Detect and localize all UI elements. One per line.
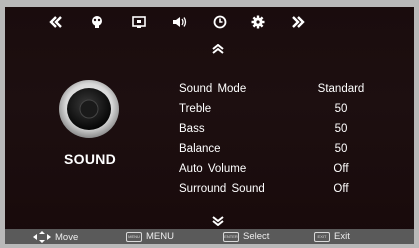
- move-label: Move: [55, 231, 79, 243]
- select-label: Select: [243, 231, 270, 242]
- footer-hint-bar: Move MENU MENU ENTER Select EXIT Exit: [5, 229, 414, 244]
- chevron-double-right-icon[interactable]: [289, 14, 307, 30]
- menu-key-icon: MENU: [126, 231, 142, 242]
- select-hint: ENTER Select: [223, 231, 269, 242]
- setting-value: 50: [334, 123, 348, 135]
- setting-label: Surround Sound: [179, 183, 265, 195]
- setting-label: Treble: [179, 103, 212, 115]
- setting-value: Off: [333, 163, 349, 175]
- enter-key-icon: ENTER: [223, 231, 239, 242]
- gear-icon[interactable]: [249, 14, 267, 30]
- top-nav-bar: [5, 7, 414, 37]
- exit-label: Exit: [334, 231, 350, 242]
- setting-label: Auto Volume: [179, 163, 247, 175]
- scroll-down-icon[interactable]: [211, 213, 225, 227]
- section-title: SOUND: [64, 151, 117, 167]
- picture-icon[interactable]: [88, 14, 106, 30]
- setting-value: 50: [334, 103, 348, 115]
- speaker-icon[interactable]: [171, 14, 189, 30]
- clock-icon[interactable]: [211, 14, 229, 30]
- dpad-icon: [33, 231, 51, 243]
- exit-key-icon: EXIT: [314, 231, 330, 242]
- chevron-double-left-icon[interactable]: [47, 14, 65, 30]
- setting-label: Bass: [179, 123, 205, 135]
- move-hint: Move: [33, 231, 78, 243]
- screen-icon[interactable]: [130, 14, 148, 30]
- setting-label: Sound Mode: [179, 83, 247, 95]
- speaker-illustration-icon: [55, 74, 123, 142]
- tv-osd-screen: SOUND Sound Mode Standard Treble 50 Bass…: [5, 7, 414, 244]
- exit-hint: EXIT Exit: [314, 231, 350, 242]
- setting-value: 50: [334, 143, 348, 155]
- menu-hint: MENU MENU: [126, 231, 174, 242]
- setting-label: Balance: [179, 143, 221, 155]
- setting-value: Off: [333, 183, 349, 195]
- menu-label: MENU: [146, 231, 174, 242]
- setting-value: Standard: [317, 83, 365, 95]
- scroll-up-icon[interactable]: [211, 41, 225, 54]
